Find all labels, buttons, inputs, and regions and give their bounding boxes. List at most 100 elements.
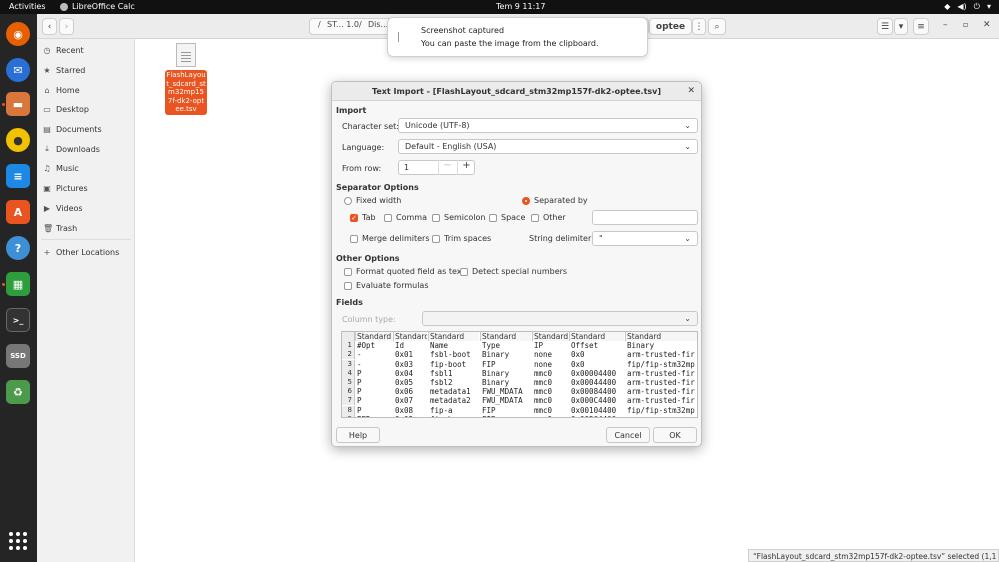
separated-by-radio[interactable]: Separated by	[522, 196, 588, 205]
table-cell: 0x00004400	[571, 368, 617, 378]
decrement-button[interactable]: −	[438, 160, 456, 175]
row-number: 5	[342, 378, 355, 387]
firefox-icon[interactable]: ◉	[6, 22, 30, 46]
table-cell: none	[534, 359, 553, 369]
increment-button[interactable]: +	[457, 160, 475, 175]
breadcrumb[interactable]: Dis...	[368, 20, 388, 29]
sidebar-item-pictures[interactable]: ▣ Pictures	[43, 181, 131, 195]
system-tray[interactable]: ◆ ◀) ⏻ ▾	[944, 2, 991, 12]
other-checkbox[interactable]: Other	[531, 213, 566, 222]
column-type-header[interactable]: Standard	[355, 332, 392, 341]
tab-checkbox[interactable]: ✓ Tab	[350, 213, 376, 222]
sidebar-item-recent[interactable]: ◷ Recent	[43, 43, 131, 57]
table-cell: FWU_MDATA	[482, 396, 523, 406]
table-cell: fip-boot	[430, 359, 467, 369]
comma-checkbox[interactable]: Comma	[384, 213, 427, 222]
semicolon-checkbox[interactable]: Semicolon	[432, 213, 486, 222]
help-button[interactable]: Help	[336, 427, 380, 443]
sidebar-item-downloads[interactable]: ⤓ Downloads	[43, 142, 131, 156]
app-menu[interactable]: LibreOffice Calc	[60, 2, 135, 11]
calc-icon[interactable]: ▦	[6, 272, 30, 296]
table-cell: 0x0	[571, 359, 585, 369]
table-cell: mmc0	[534, 405, 553, 415]
table-cell: P	[357, 368, 362, 378]
fromrow-stepper[interactable]: 1 − +	[398, 160, 475, 175]
minimize-icon[interactable]: –	[943, 20, 948, 30]
table-cell: arm-trusted-fir	[627, 387, 695, 397]
other-options-heading: Other Options	[336, 254, 400, 263]
sidebar-item-videos[interactable]: ▶ Videos	[43, 201, 131, 215]
help-icon[interactable]: ?	[6, 236, 30, 260]
table-cell: Name	[430, 341, 449, 351]
breadcrumb-current[interactable]: optee	[649, 18, 692, 35]
fromrow-label: From row:	[342, 164, 382, 173]
trash-icon: 🗑	[43, 223, 54, 233]
cancel-button[interactable]: Cancel	[606, 427, 650, 443]
recycle-icon[interactable]: ♻	[6, 380, 30, 404]
more-options-icon[interactable]: ⋮	[692, 18, 706, 35]
sidebar-item-trash[interactable]: 🗑 Trash	[43, 221, 131, 235]
fixed-width-radio[interactable]: Fixed width	[344, 196, 401, 205]
language-select[interactable]: Default - English (USA) ⌄	[398, 139, 698, 154]
space-checkbox[interactable]: Space	[489, 213, 525, 222]
file-item[interactable]: FlashLayout_sdcard_stm32mp157f-dk2-optee…	[165, 43, 207, 115]
writer-icon[interactable]: ≡	[6, 164, 30, 188]
table-cell: 0x0	[571, 350, 585, 360]
merge-delimiters-label: Merge delimiters	[362, 234, 430, 243]
sidebar-item-starred[interactable]: ★ Starred	[43, 63, 131, 77]
files-icon[interactable]: ▬	[6, 92, 30, 116]
table-cell: PED	[357, 415, 393, 417]
separated-by-label: Separated by	[534, 196, 588, 205]
volume-icon: ◀)	[957, 2, 967, 11]
ssd-drive-icon[interactable]: SSD	[6, 344, 30, 368]
column-type-select[interactable]: ⌄	[422, 311, 698, 326]
string-delimiter-value: "	[599, 234, 603, 243]
table-cell: #Opt	[357, 341, 376, 351]
breadcrumb[interactable]: ST... 1.0	[327, 20, 359, 29]
show-apps-icon[interactable]	[9, 532, 27, 550]
string-delimiter-select[interactable]: " ⌄	[592, 231, 698, 246]
text-file-icon	[176, 43, 196, 67]
rhythmbox-icon[interactable]: ●	[6, 128, 30, 152]
thunderbird-icon[interactable]: ✉	[6, 58, 30, 82]
row-number: 3	[342, 359, 355, 369]
sidebar-item-music[interactable]: ♫ Music	[43, 161, 131, 175]
ok-button[interactable]: OK	[653, 427, 697, 443]
clock[interactable]: Tem 9 11:17	[496, 2, 545, 11]
forward-button[interactable]: ›	[59, 18, 74, 35]
other-separator-input[interactable]	[592, 210, 698, 225]
sidebar-item-home[interactable]: ⌂ Home	[43, 83, 131, 97]
file-name: FlashLayout_sdcard_stm32mp157f-dk2-optee…	[165, 70, 207, 115]
menu-icon[interactable]: ≡	[913, 18, 929, 35]
table-cell: 0x01	[395, 350, 414, 360]
list-view-icon[interactable]: ☰	[877, 18, 893, 35]
notification-banner[interactable]: Screenshot captured You can paste the im…	[387, 17, 648, 57]
close-icon[interactable]: ✕	[983, 20, 991, 30]
format-quoted-checkbox[interactable]: Format quoted field as text	[344, 267, 465, 276]
view-options-chevron-icon[interactable]: ▾	[894, 18, 908, 35]
import-section-heading: Import	[336, 106, 367, 115]
activities-button[interactable]: Activities	[9, 2, 46, 11]
column-type-header[interactable]: Standard	[532, 332, 568, 341]
back-button[interactable]: ‹	[42, 18, 57, 35]
video-icon: ▶	[43, 203, 51, 213]
column-type-header[interactable]: Standard	[428, 332, 479, 341]
maximize-icon[interactable]: ▫	[963, 20, 968, 29]
column-type-header[interactable]: Standard	[625, 332, 697, 341]
detect-special-checkbox[interactable]: Detect special numbers	[460, 267, 567, 276]
sidebar-item-desktop[interactable]: ▭ Desktop	[43, 102, 131, 116]
sidebar-item-other-locations[interactable]: + Other Locations	[43, 245, 131, 259]
column-type-header[interactable]: Standard	[393, 332, 427, 341]
preview-grid[interactable]: Standard Standard Standard Standard Standard…	[341, 331, 698, 418]
charset-select[interactable]: Unicode (UTF-8) ⌄	[398, 118, 698, 133]
trim-spaces-checkbox[interactable]: Trim spaces	[432, 234, 491, 243]
evaluate-formulas-checkbox[interactable]: Evaluate formulas	[344, 281, 429, 290]
terminal-icon[interactable]: >_	[6, 308, 30, 332]
merge-delimiters-checkbox[interactable]: Merge delimiters	[350, 234, 430, 243]
search-icon[interactable]: ⌕	[708, 18, 726, 35]
column-type-header[interactable]: Standard	[569, 332, 624, 341]
software-center-icon[interactable]: A	[6, 200, 30, 224]
column-type-header[interactable]: Standard	[480, 332, 531, 341]
close-icon[interactable]: ✕	[687, 86, 695, 96]
sidebar-item-documents[interactable]: ▤ Documents	[43, 122, 131, 136]
